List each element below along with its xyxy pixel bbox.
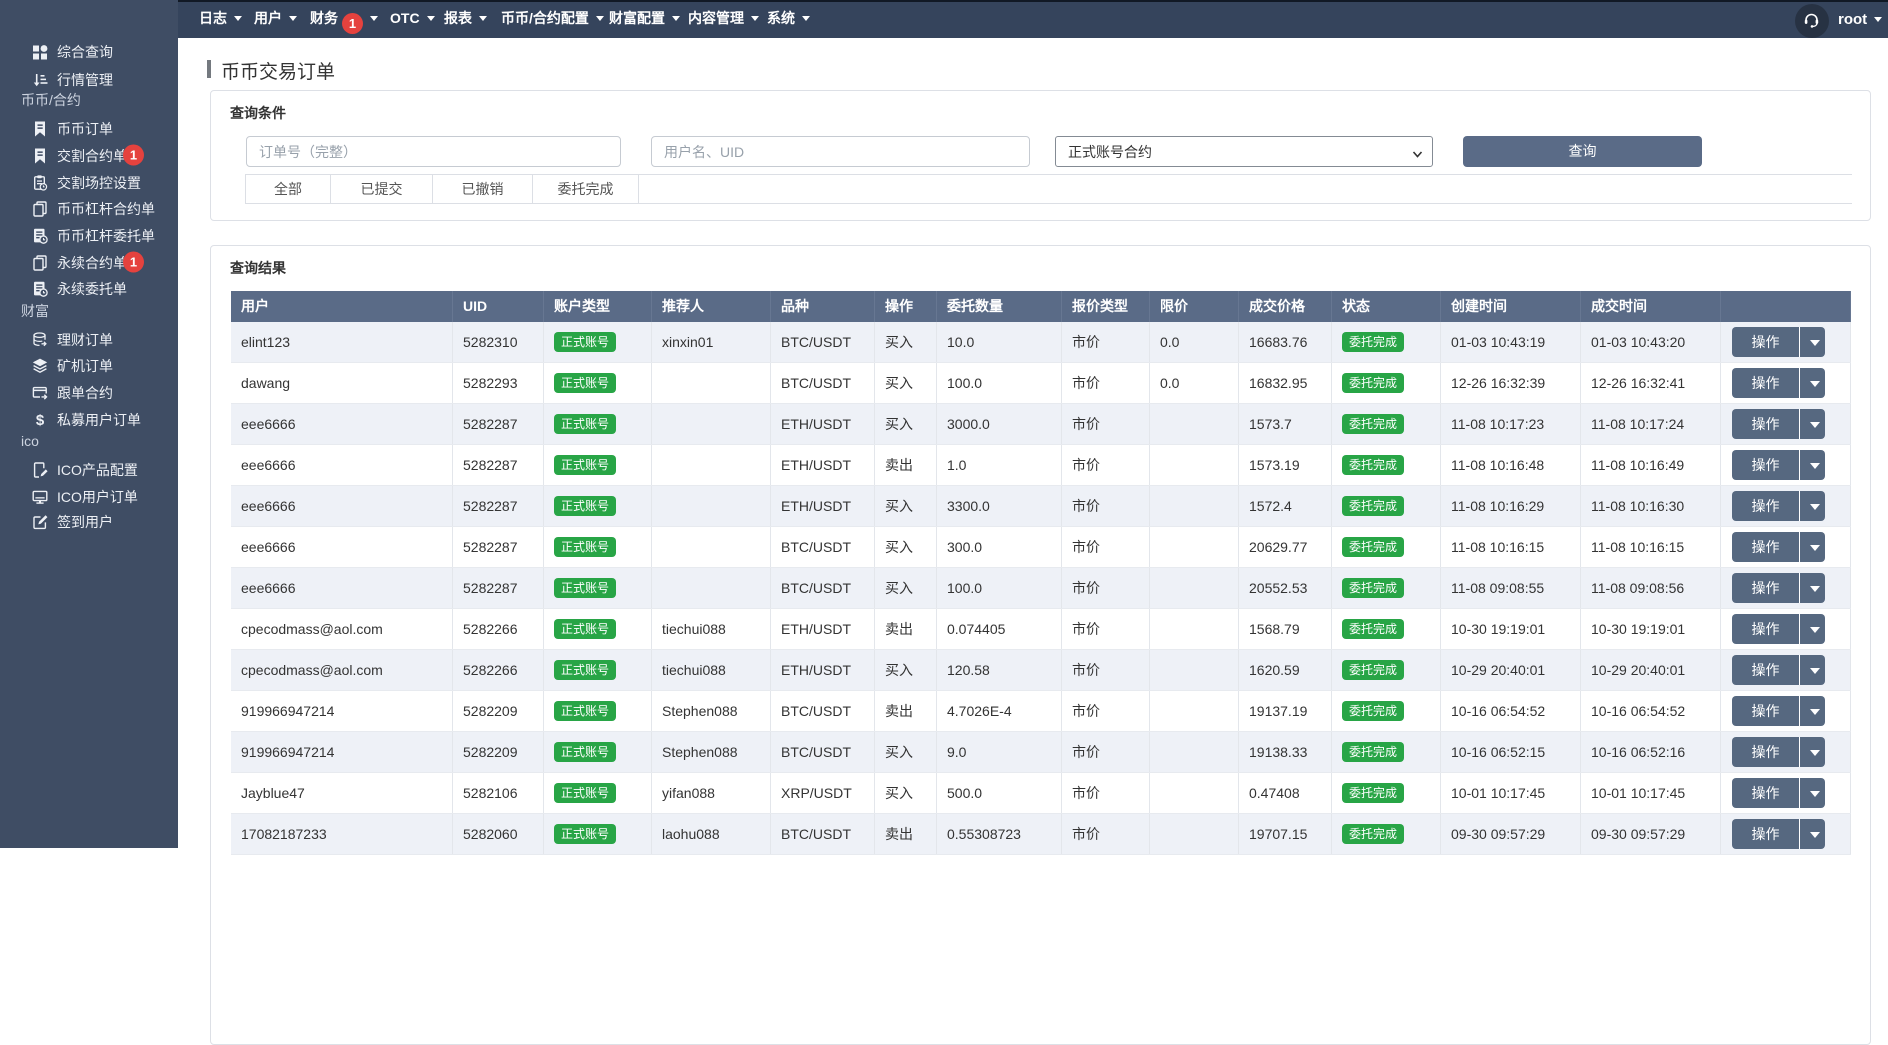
svg-text:$: $ <box>36 412 45 428</box>
